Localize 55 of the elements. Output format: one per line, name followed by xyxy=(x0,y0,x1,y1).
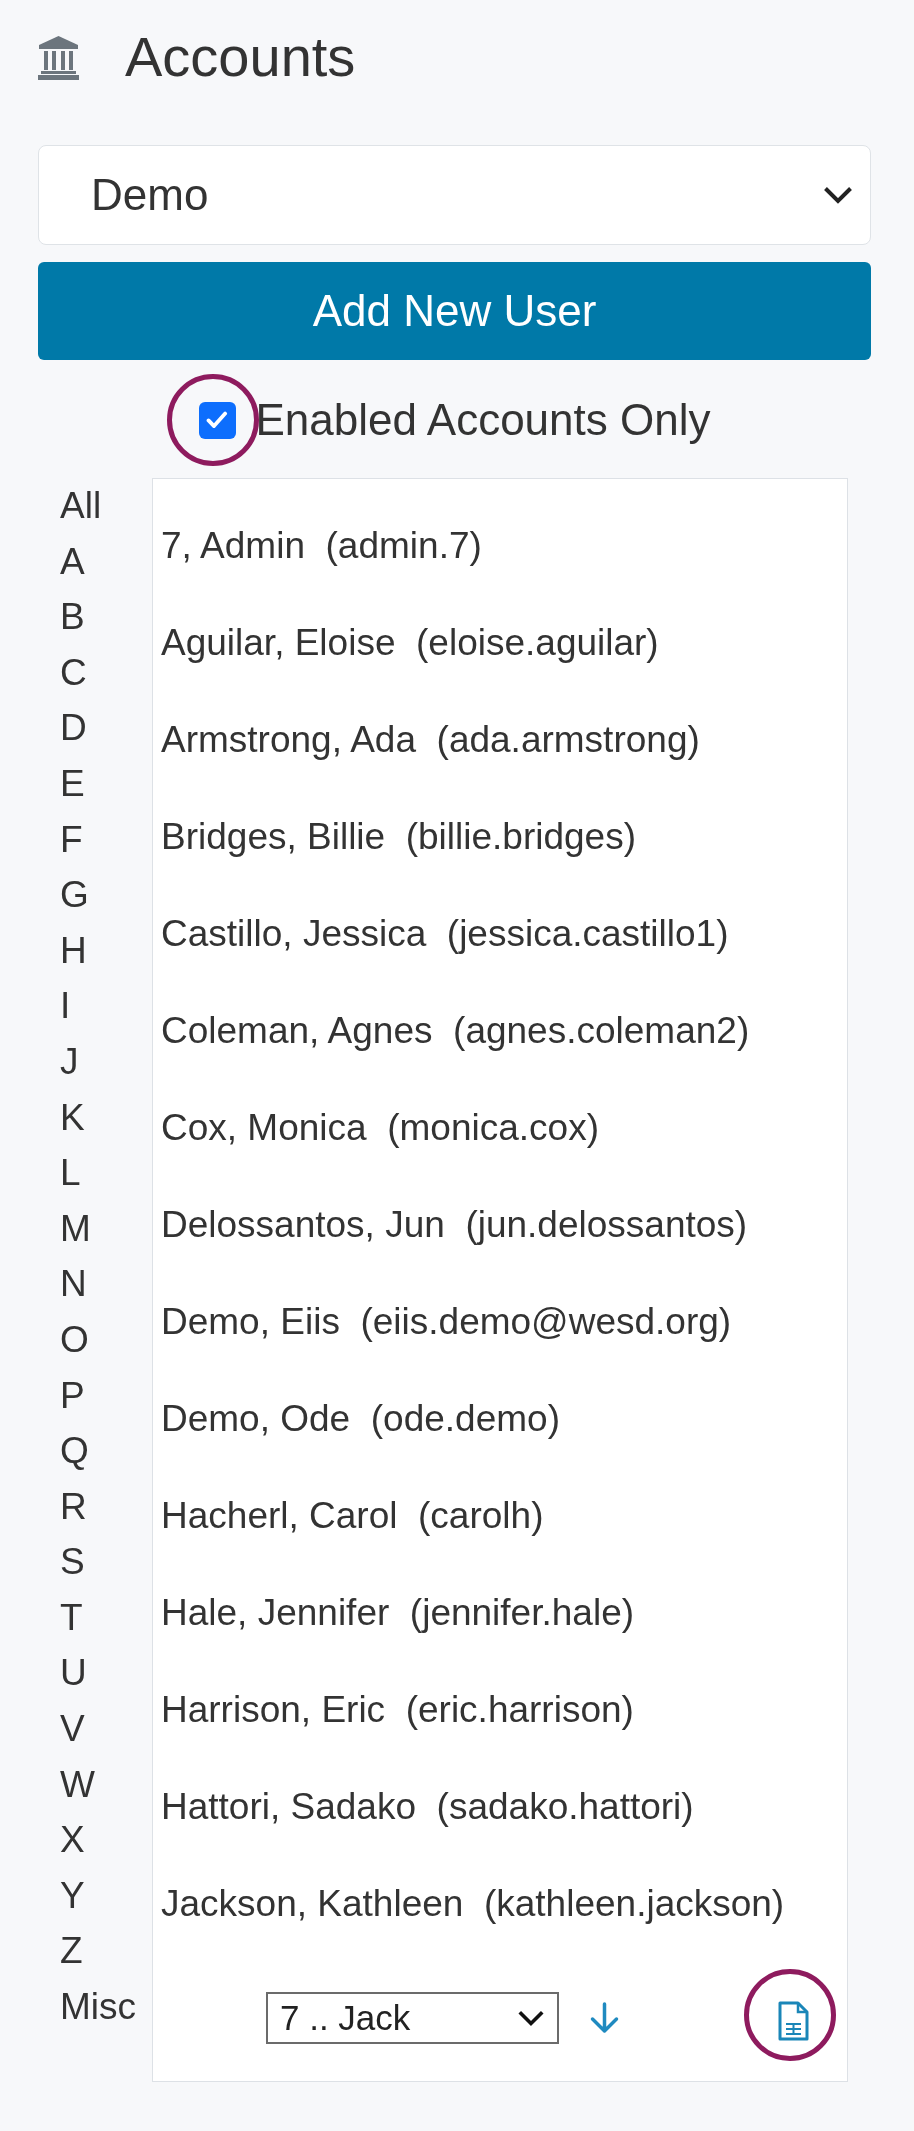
user-link[interactable]: Coleman, Agnes (agnes.coleman2) xyxy=(161,982,839,1079)
letter-filter-link[interactable]: J xyxy=(60,1033,152,1090)
user-link[interactable]: Cox, Monica (monica.cox) xyxy=(161,1079,839,1176)
user-link[interactable]: Jackson, Kathleen (kathleen.jackson) xyxy=(161,1855,839,1952)
letter-filter-link[interactable]: K xyxy=(60,1089,152,1146)
letter-filter-link[interactable]: B xyxy=(60,589,152,645)
letter-filter-link[interactable]: Z xyxy=(60,1923,152,1980)
letter-filter-link[interactable]: U xyxy=(60,1645,152,1702)
letter-filter-link[interactable]: L xyxy=(60,1145,152,1201)
account-select[interactable]: Demo xyxy=(38,145,871,245)
user-link[interactable]: Hale, Jennifer (jennifer.hale) xyxy=(161,1564,839,1661)
user-link[interactable]: Castillo, Jessica (jessica.castillo1) xyxy=(161,885,839,982)
user-link[interactable]: Delossantos, Jun (jun.delossantos) xyxy=(161,1176,839,1273)
down-arrow-icon[interactable] xyxy=(588,2002,621,2034)
user-link[interactable]: Demo, Ode (ode.demo) xyxy=(161,1370,839,1467)
letter-filter-link[interactable]: X xyxy=(60,1812,152,1868)
letter-filter-link[interactable]: T xyxy=(60,1589,152,1646)
letter-filter-link[interactable]: E xyxy=(60,755,152,812)
letter-filter-link[interactable]: M xyxy=(60,1200,152,1257)
letter-filter-link[interactable]: P xyxy=(60,1367,152,1424)
letter-filter-link[interactable]: S xyxy=(60,1534,152,1590)
user-link[interactable]: 7, Admin (admin.7) xyxy=(161,497,839,594)
user-link[interactable]: Harrison, Eric (eric.harrison) xyxy=(161,1661,839,1758)
chevron-down-icon xyxy=(823,185,853,205)
checkbox[interactable] xyxy=(198,401,236,439)
letter-filter-link[interactable]: R xyxy=(60,1478,152,1535)
letter-filter-link[interactable]: Q xyxy=(60,1423,152,1479)
letter-filter-link[interactable]: W xyxy=(60,1756,152,1813)
letter-filter-link[interactable]: A xyxy=(60,533,152,590)
bank-icon xyxy=(38,34,79,80)
user-link[interactable]: Bridges, Billie (billie.bridges) xyxy=(161,788,839,885)
user-link[interactable]: Aguilar, Eloise (eloise.aguilar) xyxy=(161,594,839,691)
page-title: Accounts xyxy=(125,24,356,90)
letter-filter-link[interactable]: Misc xyxy=(60,1979,152,2035)
user-link[interactable]: Hattori, Sadako (sadako.hattori) xyxy=(161,1758,839,1855)
letter-filter-link[interactable]: All xyxy=(60,478,152,534)
letter-filter-link[interactable]: O xyxy=(60,1311,152,1368)
letter-filter-link[interactable]: H xyxy=(60,922,152,979)
letter-filter-link[interactable]: C xyxy=(60,644,152,701)
letter-filter-link[interactable]: D xyxy=(60,700,152,756)
letter-filter-link[interactable]: V xyxy=(60,1701,152,1757)
user-link[interactable]: Demo, Eiis (eiis.demo@wesd.org) xyxy=(161,1273,839,1370)
letter-filter-link[interactable]: G xyxy=(60,867,152,923)
user-link[interactable]: Armstrong, Ada (ada.armstrong) xyxy=(161,691,839,788)
range-select[interactable]: 7 .. Jack xyxy=(266,1992,559,2044)
document-icon[interactable] xyxy=(778,2001,809,2041)
add-new-user-button[interactable]: Add New User xyxy=(38,262,871,360)
checkmark-icon xyxy=(206,411,228,429)
user-link[interactable]: Hacherl, Carol (carolh) xyxy=(161,1467,839,1564)
letter-filter-link[interactable]: F xyxy=(60,811,152,868)
enabled-accounts-only-label[interactable]: Enabled Accounts Only xyxy=(255,398,711,442)
letter-filter-link[interactable]: Y xyxy=(60,1867,152,1924)
chevron-down-icon xyxy=(517,2009,545,2027)
letter-filter-link[interactable]: N xyxy=(60,1256,152,1312)
letter-filter-link[interactable]: I xyxy=(60,978,152,1034)
